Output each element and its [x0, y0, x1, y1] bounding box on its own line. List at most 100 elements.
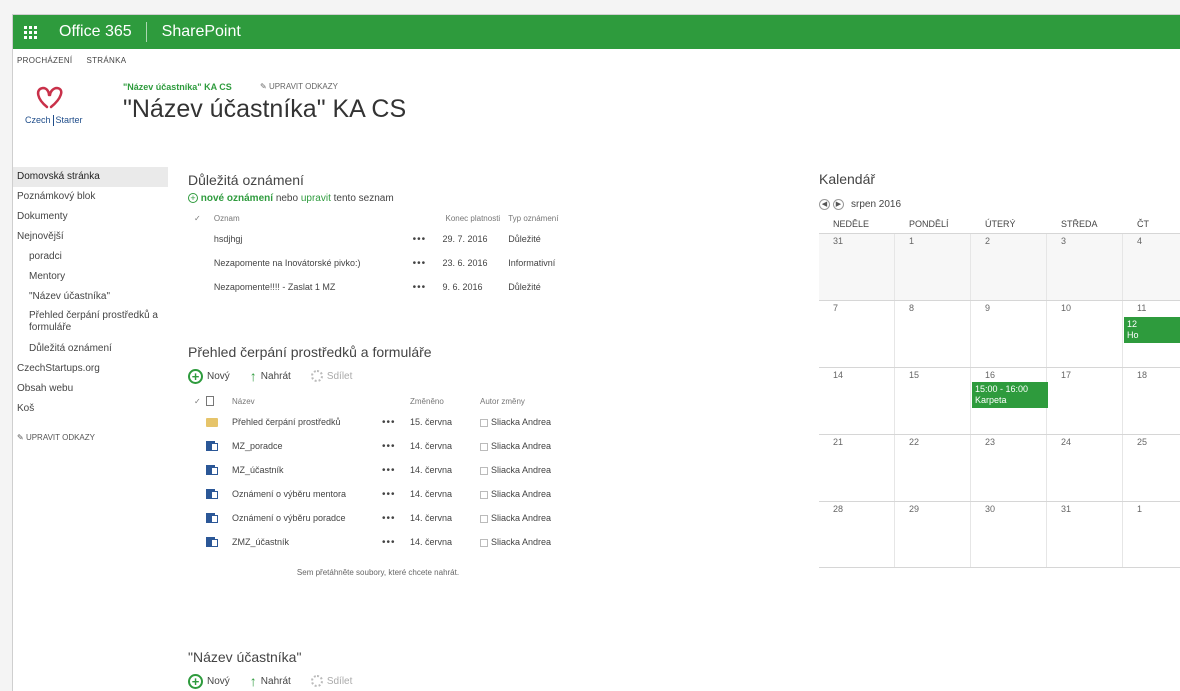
tab-browse[interactable]: PROCHÁZENÍ — [17, 56, 72, 65]
calendar-day[interactable]: 15 — [895, 368, 971, 434]
plus-circle-icon[interactable]: + — [188, 193, 198, 204]
calendar-day[interactable]: 29 — [895, 502, 971, 567]
calendar-day[interactable]: 23 — [971, 435, 1047, 501]
col-header-expires[interactable]: Konec platnosti — [442, 209, 508, 227]
calendar-title[interactable]: Kalendář — [819, 171, 1180, 187]
new-announcement-link[interactable]: nové oznámení — [201, 193, 273, 204]
ellipsis-icon[interactable]: ••• — [413, 227, 443, 251]
ellipsis-icon[interactable]: ••• — [382, 482, 410, 506]
calendar-day[interactable]: 1 — [895, 234, 971, 300]
calendar-day[interactable]: 7 — [819, 301, 895, 367]
tab-page[interactable]: STRÁNKA — [86, 56, 126, 65]
select-all-check[interactable]: ✓ — [188, 209, 214, 227]
calendar-day[interactable]: 2 — [971, 234, 1047, 300]
col-header-modified[interactable]: Změněno — [410, 392, 480, 410]
nav-item-oznameni[interactable]: Důležitá oznámení — [13, 339, 168, 359]
edit-links-top[interactable]: ✎ UPRAVIT ODKAZY — [260, 82, 338, 91]
select-all-check[interactable]: ✓ — [188, 392, 206, 410]
ellipsis-icon[interactable]: ••• — [413, 251, 443, 275]
document-author[interactable]: Sliacka Andrea — [480, 434, 570, 458]
nav-item-poradci[interactable]: poradci — [13, 247, 168, 267]
table-row[interactable]: MZ_účastník ••• 14. června Sliacka Andre… — [188, 458, 570, 482]
ellipsis-icon[interactable]: ••• — [382, 530, 410, 554]
calendar-day[interactable]: 31 — [819, 234, 895, 300]
calendar-day[interactable]: 14 — [819, 368, 895, 434]
new-button[interactable]: + Nový — [188, 673, 230, 689]
share-button[interactable]: Sdílet — [310, 675, 352, 687]
document-author[interactable]: Sliacka Andrea — [480, 410, 570, 434]
document-author[interactable]: Sliacka Andrea — [480, 458, 570, 482]
document-name[interactable]: Oznámení o výběru poradce — [232, 506, 382, 530]
next-month-button[interactable]: ▶ — [833, 199, 844, 210]
drop-zone-hint[interactable]: Sem přetáhněte soubory, které chcete nah… — [188, 568, 568, 577]
document-author[interactable]: Sliacka Andrea — [480, 506, 570, 530]
nav-item-site-contents[interactable]: Obsah webu — [13, 379, 168, 399]
prev-month-button[interactable]: ◀ — [819, 199, 830, 210]
office365-brand[interactable]: Office 365 — [47, 22, 147, 42]
ellipsis-icon[interactable]: ••• — [382, 506, 410, 530]
upload-button[interactable]: ↑ Nahrát — [250, 368, 291, 384]
nav-item-prehled[interactable]: Přehled čerpání prostředků a formuláře — [13, 307, 168, 339]
announcement-title[interactable]: hsdjhgj — [214, 227, 413, 251]
ellipsis-icon[interactable]: ••• — [413, 275, 443, 299]
nav-item-czechstartups[interactable]: CzechStartups.org — [13, 359, 168, 379]
document-author[interactable]: Sliacka Andrea — [480, 482, 570, 506]
new-button[interactable]: + Nový — [188, 368, 230, 384]
document-name[interactable]: MZ_poradce — [232, 434, 382, 458]
announcements-title[interactable]: Důležitá oznámení — [188, 172, 578, 188]
document-name[interactable]: MZ_účastník — [232, 458, 382, 482]
nav-item-documents[interactable]: Dokumenty — [13, 207, 168, 227]
table-row[interactable]: Nezapomente na Inovátorské pivko:) ••• 2… — [188, 251, 578, 275]
table-row[interactable]: ZMZ_účastník ••• 14. června Sliacka Andr… — [188, 530, 570, 554]
share-button[interactable]: Sdílet — [310, 370, 352, 382]
nav-item-nazev[interactable]: "Název účastníka" — [13, 287, 168, 307]
table-row[interactable]: Oznámení o výběru poradce ••• 14. června… — [188, 506, 570, 530]
announcement-title[interactable]: Nezapomente!!!! - Zaslat 1 MZ — [214, 275, 413, 299]
calendar-day[interactable]: 24 — [1047, 435, 1123, 501]
document-name[interactable]: Přehled čerpání prostředků — [232, 410, 382, 434]
upload-button[interactable]: ↑ Nahrát — [250, 673, 291, 689]
site-logo[interactable]: Czech Starter — [25, 83, 85, 133]
calendar-event[interactable]: 15:00 - 16:00 Karpeta — [972, 382, 1048, 408]
nazev-title[interactable]: "Název účastníka" — [188, 649, 588, 665]
calendar-day[interactable]: 4 — [1123, 234, 1180, 300]
nav-item-home[interactable]: Domovská stránka — [13, 167, 168, 187]
calendar-day[interactable]: 1 — [1123, 502, 1180, 567]
calendar-event[interactable]: 12 Ho — [1124, 317, 1180, 343]
nav-item-recent[interactable]: Nejnovější — [13, 227, 168, 247]
col-header-author[interactable]: Autor změny — [480, 392, 570, 410]
table-row[interactable]: Nezapomente!!!! - Zaslat 1 MZ ••• 9. 6. … — [188, 275, 578, 299]
calendar-day[interactable]: 25 — [1123, 435, 1180, 501]
table-row[interactable]: MZ_poradce ••• 14. června Sliacka Andrea — [188, 434, 570, 458]
calendar-day[interactable]: 21 — [819, 435, 895, 501]
nav-item-mentory[interactable]: Mentory — [13, 267, 168, 287]
col-header-name[interactable]: Název — [232, 392, 382, 410]
ellipsis-icon[interactable]: ••• — [382, 410, 410, 434]
col-header-title[interactable]: Oznam — [214, 209, 413, 227]
calendar-day[interactable]: 18 — [1123, 368, 1180, 434]
calendar-day[interactable]: 10 — [1047, 301, 1123, 367]
ellipsis-icon[interactable]: ••• — [382, 458, 410, 482]
calendar-day[interactable]: 28 — [819, 502, 895, 567]
calendar-day[interactable]: 17 — [1047, 368, 1123, 434]
col-header-type[interactable]: Typ oznámení — [508, 209, 578, 227]
calendar-day[interactable]: 11 12 Ho — [1123, 301, 1180, 367]
nav-item-recycle-bin[interactable]: Koš — [13, 399, 168, 419]
breadcrumb[interactable]: "Název účastníka" KA CS — [123, 82, 232, 92]
announcement-title[interactable]: Nezapomente na Inovátorské pivko:) — [214, 251, 413, 275]
table-row[interactable]: hsdjhgj ••• 29. 7. 2016 Důležité — [188, 227, 578, 251]
sharepoint-link[interactable]: SharePoint — [147, 23, 241, 41]
calendar-day[interactable]: 9 — [971, 301, 1047, 367]
edit-list-link[interactable]: upravit — [301, 193, 331, 204]
calendar-day[interactable]: 22 — [895, 435, 971, 501]
document-name[interactable]: Oznámení o výběru mentora — [232, 482, 382, 506]
calendar-day[interactable]: 31 — [1047, 502, 1123, 567]
edit-links-nav[interactable]: ✎ UPRAVIT ODKAZY — [13, 433, 168, 442]
calendar-day[interactable]: 30 — [971, 502, 1047, 567]
calendar-day[interactable]: 3 — [1047, 234, 1123, 300]
ellipsis-icon[interactable]: ••• — [382, 434, 410, 458]
calendar-day[interactable]: 16 15:00 - 16:00 Karpeta — [971, 368, 1048, 434]
table-row[interactable]: Přehled čerpání prostředků ••• 15. červn… — [188, 410, 570, 434]
document-author[interactable]: Sliacka Andrea — [480, 530, 570, 554]
document-name[interactable]: ZMZ_účastník — [232, 530, 382, 554]
